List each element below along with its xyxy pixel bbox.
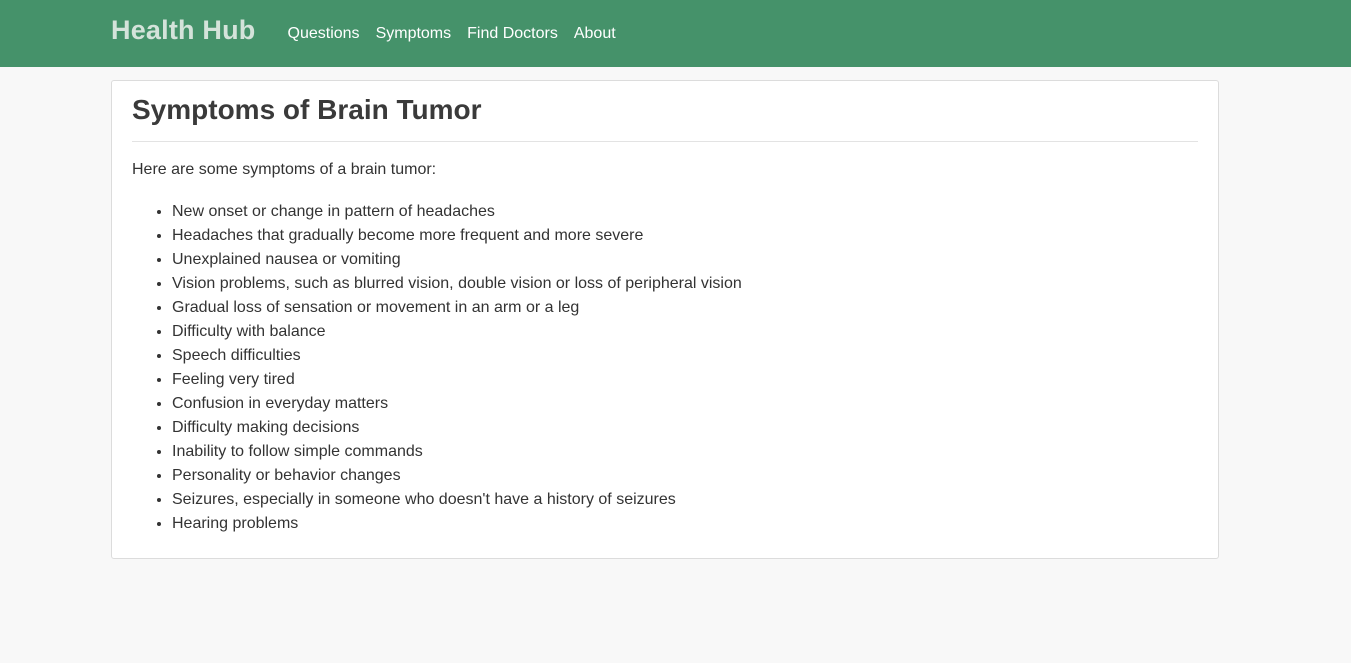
nav-links: Questions Symptoms Find Doctors About (288, 25, 632, 43)
list-item: Feeling very tired (172, 368, 742, 392)
list-item: Difficulty with balance (172, 320, 742, 344)
page-title: Symptoms of Brain Tumor (132, 94, 482, 125)
navbar-content: Health Hub Questions Symptoms Find Docto… (111, 0, 632, 67)
list-item: Gradual loss of sensation or movement in… (172, 296, 742, 320)
list-item: New onset or change in pattern of headac… (172, 200, 742, 224)
content-card: Symptoms of Brain Tumor Here are some sy… (111, 80, 1219, 559)
top-navbar: Health Hub Questions Symptoms Find Docto… (0, 0, 1351, 67)
list-item: Speech difficulties (172, 344, 742, 368)
nav-link-questions[interactable]: Questions (288, 25, 360, 43)
intro-text: Here are some symptoms of a brain tumor: (132, 161, 437, 178)
symptom-list: New onset or change in pattern of headac… (132, 200, 742, 536)
list-item: Confusion in everyday matters (172, 392, 742, 416)
title-divider (132, 141, 1198, 142)
list-item: Inability to follow simple commands (172, 440, 742, 464)
nav-link-symptoms[interactable]: Symptoms (376, 25, 452, 43)
list-item: Difficulty making decisions (172, 416, 742, 440)
list-item: Vision problems, such as blurred vision,… (172, 272, 742, 296)
list-item: Headaches that gradually become more fre… (172, 224, 742, 248)
list-item: Personality or behavior changes (172, 464, 742, 488)
nav-link-about[interactable]: About (574, 25, 616, 43)
list-item: Seizures, especially in someone who does… (172, 488, 742, 512)
brand-logo-link[interactable]: Health Hub (111, 15, 256, 46)
nav-link-find-doctors[interactable]: Find Doctors (467, 25, 558, 43)
list-item: Hearing problems (172, 512, 742, 536)
list-item: Unexplained nausea or vomiting (172, 248, 742, 272)
